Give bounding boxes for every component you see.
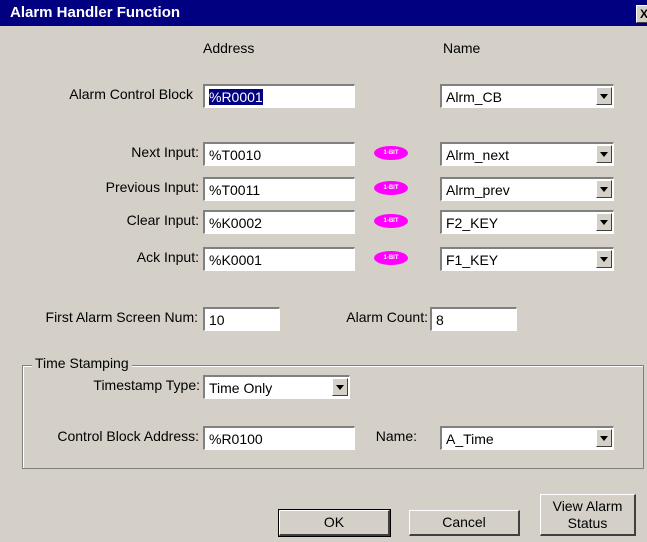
previous-input-name-select[interactable]: Alrm_prev — [440, 177, 614, 201]
alarm-count-field[interactable]: 8 — [430, 307, 517, 331]
address-column-header: Address — [203, 40, 255, 56]
timestamp-type-label: Timestamp Type: — [93, 377, 200, 393]
alarm-control-block-name-value: Alrm_CB — [446, 89, 503, 105]
name-column-header: Name — [443, 40, 481, 56]
alarm-count-label: Alarm Count: — [346, 309, 428, 325]
clear-input-name-value: F2_KEY — [446, 215, 499, 231]
chevron-down-icon[interactable] — [596, 250, 612, 268]
ack-input-name-value: F1_KEY — [446, 252, 499, 268]
title-bar: Alarm Handler Function — [0, 0, 647, 26]
next-input-name-select[interactable]: Alrm_next — [440, 142, 614, 166]
chevron-down-icon[interactable] — [596, 87, 612, 105]
close-button[interactable]: X — [636, 5, 647, 23]
chevron-down-icon[interactable] — [596, 213, 612, 231]
clear-input-address-field[interactable]: %K0002 — [203, 210, 355, 234]
clear-input-label: Clear Input: — [126, 212, 199, 228]
control-block-name-select[interactable]: A_Time — [440, 426, 614, 450]
next-input-name-value: Alrm_next — [446, 147, 510, 163]
alarm-control-block-address-value: %R0001 — [209, 89, 263, 105]
timestamp-type-value: Time Only — [209, 380, 273, 396]
control-block-address-field[interactable]: %R0100 — [203, 426, 355, 450]
timestamp-type-select[interactable]: Time Only — [203, 375, 350, 399]
chevron-down-icon[interactable] — [332, 378, 348, 396]
one-bit-badge: 1-BIT — [374, 146, 408, 160]
time-stamping-group-label: Time Stamping — [32, 355, 132, 371]
chevron-down-icon[interactable] — [596, 429, 612, 447]
view-alarm-status-line2: Status — [567, 515, 608, 531]
clear-input-name-select[interactable]: F2_KEY — [440, 210, 614, 234]
control-block-name-label: Name: — [375, 428, 417, 444]
view-alarm-status-button[interactable]: View Alarm Status — [540, 494, 636, 536]
previous-input-address-field[interactable]: %T0011 — [203, 177, 355, 201]
chevron-down-icon[interactable] — [596, 180, 612, 198]
ack-input-address-field[interactable]: %K0001 — [203, 247, 355, 271]
ok-button[interactable]: OK — [278, 509, 391, 537]
control-block-name-value: A_Time — [446, 431, 494, 447]
chevron-down-icon[interactable] — [596, 145, 612, 163]
next-input-label: Next Input: — [131, 144, 199, 160]
one-bit-badge: 1-BIT — [374, 214, 408, 228]
one-bit-badge: 1-BIT — [374, 181, 408, 195]
alarm-control-block-address-input[interactable]: %R0001 — [203, 84, 355, 108]
alarm-handler-dialog: Alarm Handler Function X Address Name Al… — [0, 0, 647, 542]
alarm-control-block-label: Alarm Control Block — [69, 86, 193, 102]
one-bit-badge: 1-BIT — [374, 251, 408, 265]
next-input-address-field[interactable]: %T0010 — [203, 142, 355, 166]
control-block-address-label: Control Block Address: — [57, 428, 199, 444]
alarm-control-block-name-select[interactable]: Alrm_CB — [440, 84, 614, 108]
first-alarm-screen-num-label: First Alarm Screen Num: — [45, 309, 198, 325]
ack-input-name-select[interactable]: F1_KEY — [440, 247, 614, 271]
ack-input-label: Ack Input: — [136, 249, 199, 265]
previous-input-label: Previous Input: — [105, 179, 199, 195]
first-alarm-screen-num-field[interactable]: 10 — [203, 307, 280, 331]
previous-input-name-value: Alrm_prev — [446, 182, 510, 198]
window-title: Alarm Handler Function — [10, 4, 181, 21]
cancel-button[interactable]: Cancel — [409, 510, 520, 536]
view-alarm-status-line1: View Alarm — [552, 498, 623, 514]
